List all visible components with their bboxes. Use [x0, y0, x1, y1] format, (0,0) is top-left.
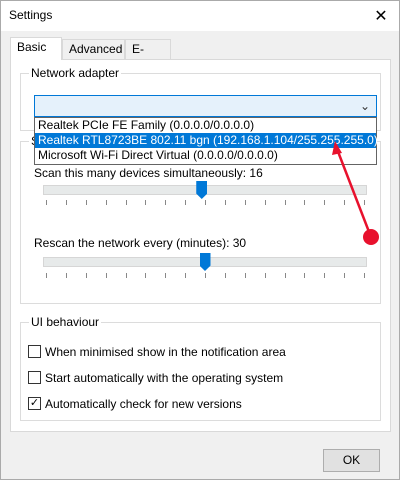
ok-button[interactable]: OK	[323, 449, 380, 472]
slider-tick	[125, 273, 127, 278]
adapter-option[interactable]: Realtek PCIe FE Family (0.0.0.0/0.0.0.0)	[35, 118, 376, 133]
tab-advanced[interactable]: Advanced	[62, 39, 125, 59]
tab-advanced-label: Advanced	[69, 42, 123, 56]
slider-tick	[65, 200, 67, 205]
check-updates-label: Automatically check for new versions	[45, 397, 242, 411]
slider-tick	[125, 200, 127, 205]
slider-tick	[304, 200, 306, 205]
slider-tick	[185, 200, 187, 205]
notification-area-label: When minimised show in the notification …	[45, 345, 286, 359]
chevron-down-icon[interactable]: ⌄	[360, 99, 370, 113]
slider-tick	[244, 273, 246, 278]
slider-tick	[224, 200, 226, 205]
slider-tick	[284, 273, 286, 278]
checkmark-icon: ✓	[29, 397, 40, 409]
slider-tick	[46, 273, 47, 278]
title-bar: Settings ✕	[1, 1, 399, 31]
slider-tick	[264, 200, 266, 205]
tab-basic-label: Basic	[17, 40, 47, 54]
start-automatically-checkbox[interactable]	[28, 371, 41, 384]
network-adapter-group-title: Network adapter	[29, 66, 122, 80]
slider-tick	[344, 273, 346, 278]
slider-tick	[304, 273, 306, 278]
ui-behaviour-group-title: UI behaviour	[29, 315, 102, 329]
slider-tick	[224, 273, 226, 278]
slider-tick	[284, 200, 286, 205]
slider-tick	[185, 273, 187, 278]
slider-tick	[105, 200, 107, 205]
slider-tick	[105, 273, 107, 278]
adapter-option-highlighted[interactable]: Realtek RTL8723BE 802.11 bgn (192.168.1.…	[35, 133, 378, 148]
slider-tick	[324, 200, 326, 205]
slider-tick	[85, 200, 87, 205]
slider-tick	[364, 200, 365, 205]
slider-tick	[344, 200, 346, 205]
slider-tick	[65, 273, 67, 278]
slider-tick	[46, 200, 47, 205]
slider-tick	[244, 200, 246, 205]
settings-window: Settings ✕ Basic Advanced E-mail Network…	[0, 0, 400, 480]
notification-area-checkbox[interactable]	[28, 345, 41, 358]
start-automatically-label: Start automatically with the operating s…	[45, 371, 284, 385]
slider-tick	[145, 273, 147, 278]
slider-tick	[264, 273, 266, 278]
slider-tick	[85, 273, 87, 278]
slider-tick	[205, 273, 206, 278]
tab-email[interactable]: E-mail	[125, 39, 171, 74]
window-title: Settings	[9, 8, 53, 22]
slider-tick	[145, 200, 147, 205]
tab-basic[interactable]: Basic	[10, 37, 62, 60]
adapter-option[interactable]: Microsoft Wi-Fi Direct Virtual (0.0.0.0/…	[35, 148, 376, 163]
devices-label: Scan this many devices simultaneously: 1…	[34, 166, 263, 180]
ok-button-label: OK	[342, 453, 361, 467]
slider-tick	[205, 200, 206, 205]
check-updates-checkbox[interactable]: ✓	[28, 397, 41, 410]
slider-tick	[165, 200, 167, 205]
slider-tick	[324, 273, 326, 278]
slider-tick	[165, 273, 167, 278]
rescan-label: Rescan the network every (minutes): 30	[34, 236, 247, 250]
network-adapter-select[interactable]: ⌄	[34, 95, 377, 117]
close-icon[interactable]: ✕	[363, 1, 399, 31]
slider-tick	[364, 273, 365, 278]
network-adapter-dropdown: Realtek PCIe FE Family (0.0.0.0/0.0.0.0)…	[34, 117, 378, 165]
